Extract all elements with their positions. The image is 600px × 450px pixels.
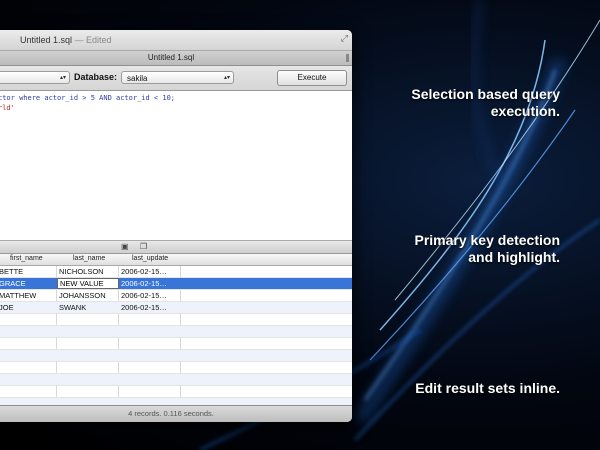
caption-line: Primary key detection (414, 232, 560, 248)
execute-button[interactable]: Execute (277, 70, 347, 86)
caption-line: and highlight. (468, 249, 560, 265)
database-select[interactable]: sakila ▴▾ (121, 71, 234, 84)
empty-row (0, 362, 352, 374)
cell-first-name[interactable]: BETTE (0, 267, 23, 276)
cell-last-update[interactable]: 2006-02-15… (121, 279, 167, 288)
column-header-last-name[interactable]: last_name (73, 255, 105, 262)
tab-untitled-sql[interactable]: Untitled 1.sql (148, 53, 194, 62)
empty-row (0, 386, 352, 398)
cell-first-name[interactable]: GRACE (0, 279, 26, 288)
caption-line: Selection based query (411, 86, 560, 102)
column-header-last-update[interactable]: last_update (132, 255, 168, 262)
database-select-value: sakila (127, 74, 148, 83)
caption-primary-key: Primary key detection and highlight. (414, 232, 560, 266)
document-tab-bar: Untitled 1.sql (0, 50, 352, 66)
folder-icon[interactable]: ▣ (121, 242, 129, 251)
status-bar: 4 records. 0.116 seconds. (0, 405, 352, 422)
tab-scroll-handle[interactable] (346, 54, 349, 62)
cell-last-update[interactable]: 2006-02-15… (121, 291, 167, 300)
column-header-first-name[interactable]: first_name (10, 255, 43, 262)
empty-row (0, 350, 352, 362)
results-splitbar[interactable]: ▣ ❐ (0, 241, 352, 254)
copy-icon[interactable]: ❐ (140, 242, 147, 251)
fullscreen-icon[interactable]: ⤢ (341, 33, 348, 44)
editor-line: ctor where actor_id > 5 AND actor_id < 1… (0, 94, 176, 102)
cell-last-name[interactable]: SWANK (59, 303, 86, 312)
query-toolbar: ▴▾ Database: sakila ▴▾ Execute (0, 66, 352, 91)
editor-line: rld' (0, 104, 15, 112)
database-label: Database: (74, 72, 118, 82)
caption-query-execution: Selection based query execution. (411, 86, 560, 120)
cell-last-name[interactable]: NICHOLSON (59, 267, 104, 276)
table-row[interactable]: BETTE NICHOLSON 2006-02-15… (0, 266, 352, 278)
cell-last-name[interactable]: JOHANSSON (59, 291, 106, 300)
results-grid[interactable]: BETTE NICHOLSON 2006-02-15… GRACE NEW VA… (0, 266, 352, 409)
caption-line: execution. (490, 103, 560, 119)
empty-row (0, 326, 352, 338)
caption-inline-edit: Edit result sets inline. (415, 380, 560, 397)
sql-editor-window: Untitled 1.sql — Edited ⤢ Untitled 1.sql… (0, 30, 352, 422)
results-header-row: first_name last_name last_update (0, 254, 352, 266)
cell-last-update[interactable]: 2006-02-15… (121, 267, 167, 276)
connection-select[interactable]: ▴▾ (0, 71, 70, 84)
popup-arrows-icon: ▴▾ (59, 75, 66, 81)
edited-indicator: — Edited (72, 35, 112, 45)
app-screenshot: Untitled 1.sql — Edited ⤢ Untitled 1.sql… (0, 0, 600, 450)
table-row-selected[interactable]: GRACE NEW VALUE 2006-02-15… (0, 278, 352, 290)
window-titlebar[interactable]: Untitled 1.sql — Edited ⤢ (0, 30, 352, 50)
cell-first-name[interactable]: MATTHEW (0, 291, 36, 300)
table-row[interactable]: JOE SWANK 2006-02-15… (0, 302, 352, 314)
inline-edit-field[interactable]: NEW VALUE (57, 278, 119, 289)
sql-editor[interactable]: ctor where actor_id > 5 AND actor_id < 1… (0, 91, 352, 241)
popup-arrows-icon: ▴▾ (223, 75, 230, 81)
empty-row (0, 374, 352, 386)
cell-last-update[interactable]: 2006-02-15… (121, 303, 167, 312)
empty-row (0, 314, 352, 326)
window-title: Untitled 1.sql — Edited (20, 35, 112, 45)
table-row[interactable]: MATTHEW JOHANSSON 2006-02-15… (0, 290, 352, 302)
caption-line: Edit result sets inline. (415, 380, 560, 396)
cell-first-name[interactable]: JOE (0, 303, 14, 312)
empty-row (0, 338, 352, 350)
